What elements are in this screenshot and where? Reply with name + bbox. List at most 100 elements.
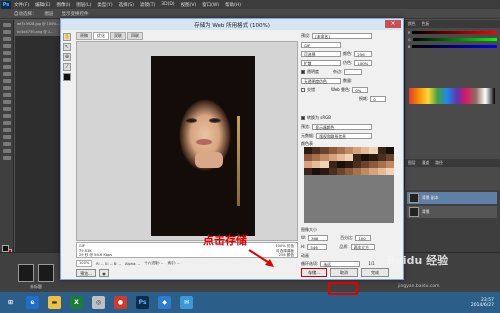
color-table-swatch[interactable]: [361, 147, 370, 154]
color-table-swatch[interactable]: [385, 154, 394, 161]
width-input[interactable]: 368: [308, 234, 329, 241]
color-table-swatch[interactable]: [369, 168, 378, 175]
color-table-swatch[interactable]: [377, 168, 386, 175]
windows-start-icon[interactable]: ⊞: [4, 296, 17, 309]
tab-channels[interactable]: 通道: [419, 159, 433, 167]
color-table-swatch[interactable]: [353, 147, 362, 154]
save-button[interactable]: 存储...: [301, 267, 327, 277]
healing-tool-icon[interactable]: [3, 65, 11, 69]
color-table-swatch[interactable]: [377, 161, 386, 168]
color-table-swatch[interactable]: [312, 147, 321, 154]
color-table-swatch[interactable]: [336, 161, 345, 168]
dither-input[interactable]: 100%: [354, 59, 373, 66]
color-table-swatch[interactable]: [344, 147, 354, 154]
height-input[interactable]: 546: [307, 243, 328, 250]
color-slider-g[interactable]: G: [408, 37, 497, 42]
menu-type[interactable]: 类型(Y): [97, 2, 112, 8]
colors-input[interactable]: 256: [354, 50, 373, 57]
tab-original[interactable]: 原稿: [76, 32, 92, 40]
color-slider-r[interactable]: R: [408, 30, 497, 35]
color-table-swatch[interactable]: [328, 161, 337, 168]
loop-select[interactable]: 永远: [320, 260, 361, 267]
marquee-tool-icon[interactable]: [3, 30, 11, 34]
quick-select-tool-icon[interactable]: [3, 44, 11, 48]
color-table-swatch[interactable]: [312, 168, 321, 175]
brush-tool-icon[interactable]: [3, 72, 11, 76]
app-icon[interactable]: ◎: [92, 296, 105, 309]
hand-tool-icon[interactable]: ✋: [63, 33, 71, 41]
slice-select-tool-icon[interactable]: ↖: [63, 43, 71, 51]
crop-tool-icon[interactable]: [3, 51, 11, 55]
convert-srgb-checkbox[interactable]: [301, 115, 305, 120]
interlaced-checkbox[interactable]: [301, 87, 305, 92]
preset-select[interactable]: [未命名]: [312, 32, 373, 39]
menu-file[interactable]: 文件(F): [14, 2, 29, 8]
preview-mode-select[interactable]: 显示器颜色: [312, 123, 373, 130]
color-table-swatch[interactable]: [304, 161, 313, 168]
hand-tool-icon[interactable]: [3, 149, 11, 153]
photoshop-taskbar-icon[interactable]: Ps: [136, 296, 149, 309]
explorer-icon[interactable]: ▬: [48, 296, 61, 309]
transparency-dither-select[interactable]: 无透明度仿色: [301, 77, 341, 84]
color-table-swatch[interactable]: [361, 168, 370, 175]
image-preview[interactable]: [76, 41, 298, 241]
system-clock[interactable]: 23:57 2014/6/27: [471, 298, 494, 308]
color-table-swatch[interactable]: [336, 154, 345, 161]
color-table-swatch[interactable]: [353, 161, 362, 168]
color-table-swatch[interactable]: [385, 147, 394, 154]
app4-icon[interactable]: ✉: [180, 296, 193, 309]
eyedropper-tool-icon[interactable]: [3, 58, 11, 62]
excel-icon[interactable]: X: [70, 296, 83, 309]
color-slider-b[interactable]: B: [408, 44, 497, 49]
menu-filter[interactable]: 滤镜(T): [140, 2, 155, 8]
menu-layer[interactable]: 图层(L): [76, 2, 91, 8]
tab-color[interactable]: 颜色: [405, 20, 419, 28]
close-icon[interactable]: ×: [385, 20, 401, 28]
color-table-swatch[interactable]: [344, 161, 354, 168]
color-table-swatch[interactable]: [361, 161, 370, 168]
color-table-swatch[interactable]: [328, 168, 337, 175]
tab-2up[interactable]: 双联: [110, 32, 126, 40]
color-table-swatch[interactable]: [320, 147, 329, 154]
color-table-swatch[interactable]: [336, 147, 345, 154]
tab-4up[interactable]: 四联: [127, 32, 143, 40]
menu-image[interactable]: 图像(I): [56, 2, 70, 8]
color-table-swatch[interactable]: [353, 154, 362, 161]
doc-tab-1[interactable]: ae7c3928.jpg @ 100%...: [15, 20, 63, 28]
foreground-color-swatch[interactable]: [2, 245, 9, 252]
cancel-button[interactable]: 取消: [330, 267, 358, 277]
clone-tool-icon[interactable]: [3, 79, 11, 83]
color-table-swatch[interactable]: [385, 168, 394, 175]
lasso-tool-icon[interactable]: [3, 37, 11, 41]
done-button[interactable]: 完成: [361, 267, 389, 277]
color-table-swatch[interactable]: [328, 154, 337, 161]
color-table-swatch[interactable]: [304, 168, 313, 175]
blur-tool-icon[interactable]: [3, 107, 11, 111]
color-table-swatch[interactable]: [320, 161, 329, 168]
color-table-swatch[interactable]: [353, 168, 362, 175]
preview-button[interactable]: 预览...: [76, 269, 96, 277]
color-table-swatch[interactable]: [369, 147, 378, 154]
color-table-swatch[interactable]: [328, 147, 337, 154]
color-table-swatch[interactable]: [344, 154, 354, 161]
auto-select-label[interactable]: 自动选择：: [14, 11, 37, 17]
layer-item[interactable]: 背景 副本: [407, 192, 497, 204]
color-table-swatch[interactable]: [304, 154, 313, 161]
ie-icon[interactable]: e: [26, 296, 39, 309]
color-table-swatch[interactable]: [336, 168, 345, 175]
dither-algorithm-select[interactable]: 扩散: [301, 59, 341, 66]
layer-item[interactable]: 背景: [407, 206, 497, 218]
tab-optimized[interactable]: 优化: [93, 32, 109, 40]
move-tool-icon[interactable]: [3, 23, 11, 27]
show-transform-controls[interactable]: 显示变换控件: [62, 11, 89, 17]
thumbnail-1[interactable]: [18, 264, 34, 282]
menu-help[interactable]: 帮助(H): [225, 2, 241, 8]
transparency-checkbox[interactable]: [301, 69, 305, 74]
color-table-swatch[interactable]: [320, 168, 329, 175]
thumbnail-2[interactable]: [38, 264, 54, 282]
color-table-swatch[interactable]: [312, 161, 321, 168]
tab-swatches[interactable]: 色板: [419, 20, 433, 28]
type-tool-icon[interactable]: [3, 128, 11, 132]
color-table-swatch[interactable]: [385, 161, 394, 168]
eraser-tool-icon[interactable]: [3, 93, 11, 97]
